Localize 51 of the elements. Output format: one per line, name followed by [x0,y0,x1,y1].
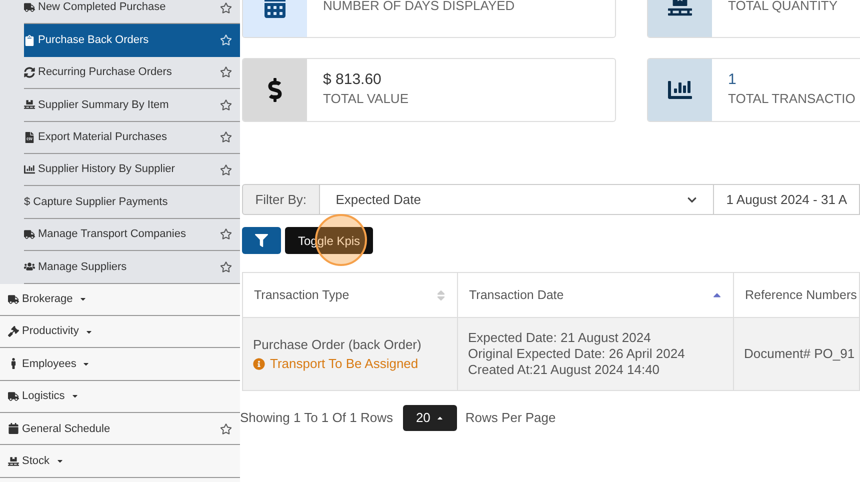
truck-icon [24,2,35,14]
pagination-summary: Showing 1 To 1 Of 1 Rows [240,409,393,428]
column-header[interactable]: Transaction Date [457,273,733,317]
status-text: Transport To Be Assigned [270,355,418,373]
date-range-field[interactable]: 1 August 2024 - 31 A [713,184,860,215]
filter-icon [255,234,268,247]
date-line: Created At:21 August 2024 14:40 [468,362,661,378]
sync-icon [24,66,35,78]
kpi-label: TOTAL VALUE [323,90,408,108]
table-cell-text: Document# PO_91 [744,345,855,364]
kpi-value: 1 [728,71,738,90]
column-header[interactable]: Reference Numbers [733,273,860,317]
table-cell-text: Purchase Order (back Order) [253,336,422,354]
chevron-icon [687,194,698,204]
truck-icon [24,228,35,240]
sidebar-item[interactable]: Logistics [0,380,240,414]
date-line: Expected Date: 21 August 2024 [468,330,652,346]
kpi-label: TOTAL QUANTITY [728,0,838,16]
page-size-button[interactable]: 20 [402,405,458,431]
truck-icon [8,390,19,402]
clipboard-icon [24,34,35,46]
caret-icon [78,295,87,304]
column-header[interactable]: Transaction Type [243,273,457,317]
sidebar-item[interactable]: Brokerage [0,284,240,316]
filter-button[interactable] [242,227,281,254]
kpi-value: $ 813.60 [323,71,382,90]
users-icon [24,261,35,272]
sidebar-item[interactable]: Export Material Purchases [24,122,240,154]
chart-icon [24,164,35,176]
bar-chart-icon [668,78,692,102]
sidebar-item[interactable]: Purchase Back Orders [24,24,240,57]
pallet-icon [8,456,19,467]
rows-per-page-label: Rows Per Page [465,409,556,428]
filter-label: Filter By: [242,184,320,215]
kpi-label: NUMBER OF DAYS DISPLAYED [323,0,515,16]
sidebar-item[interactable]: Manage Transport Companies [24,218,240,252]
file-icon [24,132,35,143]
calendar-icon [8,423,19,434]
pallet-icon [24,99,35,110]
pallet-icon [668,0,692,18]
kpi-label: TOTAL TRANSACTIO [728,90,856,108]
calendar-icon [263,0,287,18]
caret-icon [70,392,79,400]
date-line: Original Expected Date: 26 April 2024 [468,346,686,362]
caret-icon [436,414,444,422]
truck-icon [8,294,19,305]
info-icon [253,358,265,370]
hammer-icon [8,326,19,338]
caret-icon [56,457,64,466]
sidebar-item[interactable]: New Completed Purchase [24,0,240,24]
filter-select[interactable]: Expected Date [320,184,714,215]
